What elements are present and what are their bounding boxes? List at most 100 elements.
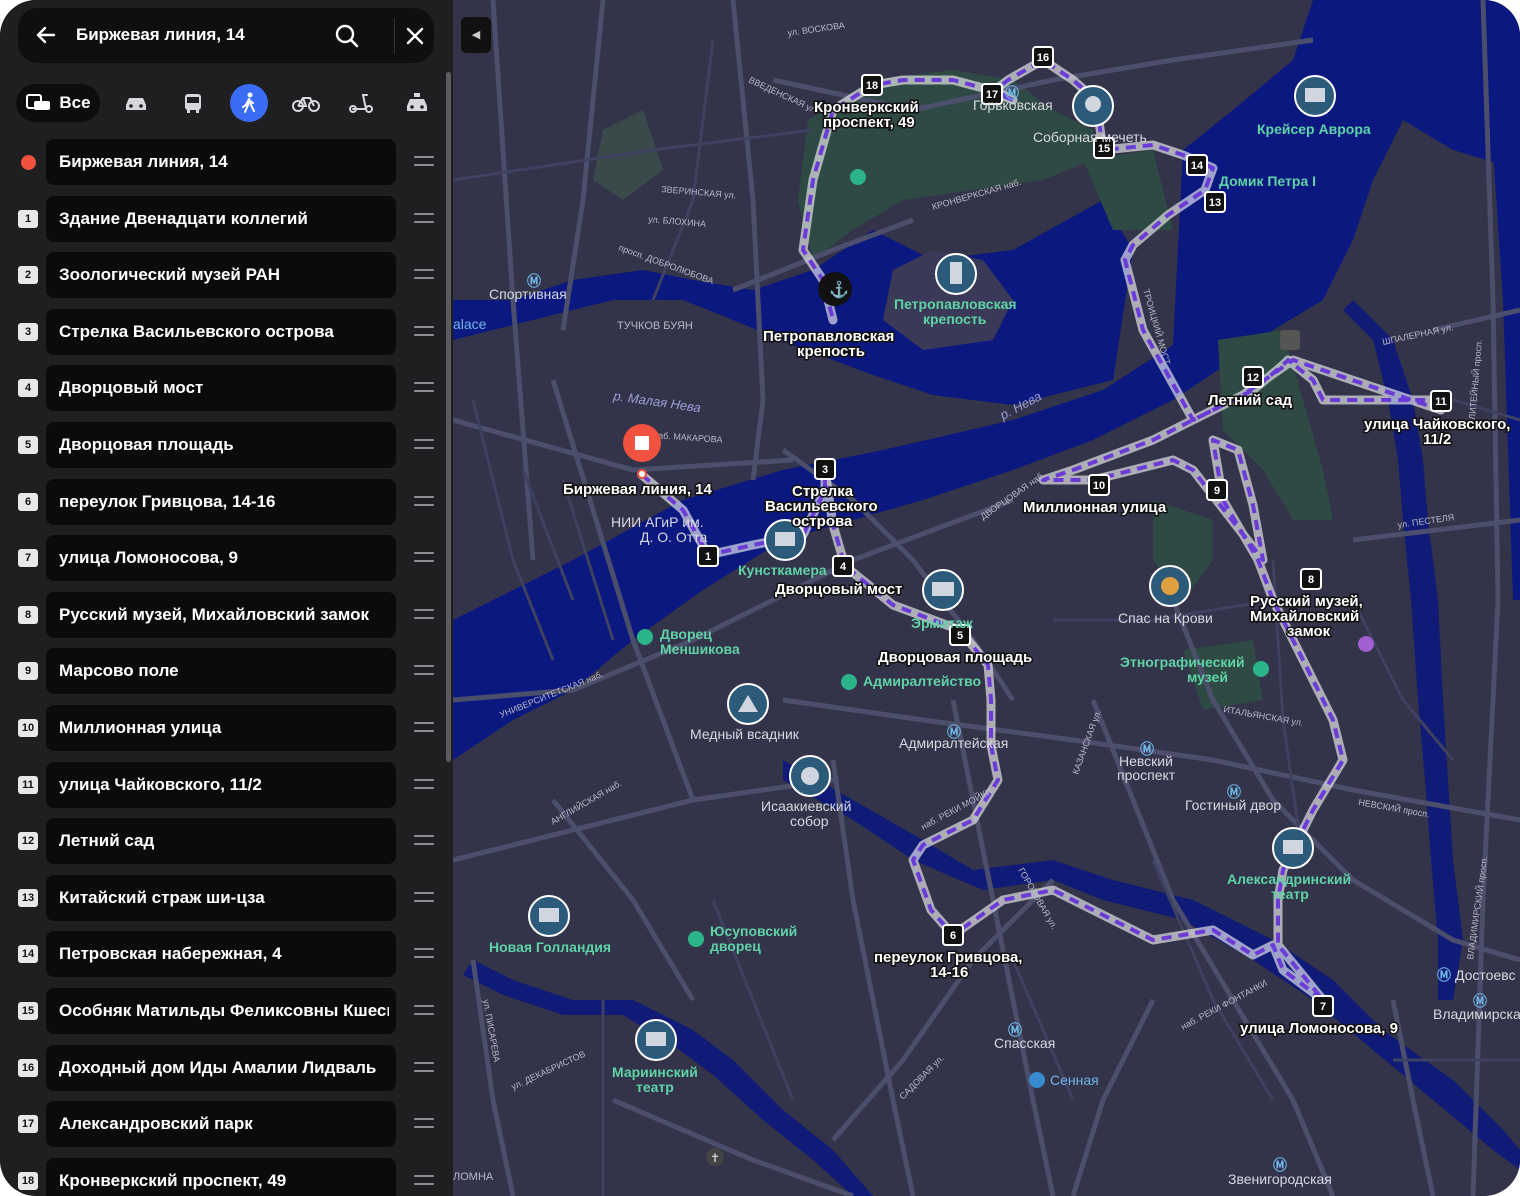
waypoint-field[interactable]: Зоологический музей РАН (46, 252, 396, 299)
route-stop-marker[interactable]: 1 (697, 545, 719, 567)
start-point-icon (21, 155, 36, 170)
waypoint-field[interactable]: Марсово поле (46, 648, 396, 695)
poi-label: театр (1271, 886, 1309, 902)
waypoint-field[interactable]: Кронверкский проспект, 49 (46, 1157, 396, 1196)
poi-label: ТУЧКОВ БУЯН (617, 320, 693, 332)
waypoint-row[interactable]: 8 Русский музей, Михайловский замок (0, 591, 453, 640)
waypoint-row[interactable]: 1 Здание Двенадцати коллегий (0, 195, 453, 244)
waypoint-number-badge: 15 (18, 1002, 38, 1020)
route-stop-marker[interactable]: 18 (861, 74, 883, 96)
waypoint-row[interactable]: Биржевая линия, 14 (0, 139, 453, 187)
drag-handle-icon[interactable] (414, 325, 434, 338)
drag-handle-icon[interactable] (414, 439, 434, 451)
drag-handle-icon[interactable] (414, 156, 434, 168)
arrow-left-icon[interactable] (32, 21, 60, 49)
drag-handle-icon[interactable] (414, 269, 434, 281)
route-stop-marker[interactable]: 10 (1088, 474, 1110, 496)
waypoint-field[interactable]: переулок Гривцова, 14-16 (46, 478, 396, 525)
route-stop-marker[interactable]: 16 (1032, 46, 1054, 68)
drag-handle-icon[interactable] (414, 722, 434, 734)
waypoint-label: Стрелка Васильевского острова (59, 321, 334, 341)
map-canvas[interactable]: р. Малая Нева р. Нева наб. МАКАРОВА УНИВ… (452, 0, 1520, 1196)
waypoint-row[interactable]: 13 Китайский страж ши-цза (0, 874, 453, 923)
waypoint-row[interactable]: 15 Особняк Матильды Феликсовны Кшеси... (0, 988, 453, 1036)
collapse-sidebar-button[interactable]: ◀ (461, 17, 491, 53)
waypoint-label: улица Ломоносова, 9 (59, 548, 238, 568)
waypoint-field[interactable]: Доходный дом Иды Амалии Лидваль (46, 1044, 396, 1091)
drag-handle-icon[interactable] (414, 608, 434, 621)
waypoint-field[interactable]: Китайский страж ши-цза (46, 874, 396, 921)
route-stop-marker[interactable]: 6 (942, 924, 964, 946)
route-stop-marker[interactable]: 14 (1186, 154, 1208, 176)
landmark-icon (1272, 827, 1314, 869)
close-icon[interactable] (401, 22, 429, 50)
waypoint-row[interactable]: 12 Летний сад (0, 818, 453, 866)
waypoint-field[interactable]: Миллионная улица (46, 705, 396, 751)
mode-tab-bicycle[interactable] (286, 84, 326, 122)
waypoint-row[interactable]: 7 улица Ломоносова, 9 (0, 535, 453, 583)
route-stop-marker[interactable]: 11 (1430, 390, 1452, 412)
mode-tab-scooter[interactable] (341, 84, 381, 122)
waypoint-row[interactable]: 2 Зоологический музей РАН (0, 252, 453, 300)
drag-handle-icon[interactable] (414, 212, 434, 225)
poi-label: ЛОМНА (453, 1171, 494, 1183)
waypoint-row[interactable]: 9 Марсово поле (0, 648, 453, 696)
waypoint-row[interactable]: 3 Стрелка Васильевского острова (0, 308, 453, 357)
mode-tab-bus[interactable] (173, 84, 213, 122)
waypoint-field[interactable]: Дворцовый мост (46, 365, 396, 412)
drag-handle-icon[interactable] (414, 778, 434, 791)
drag-handle-icon[interactable] (414, 1061, 434, 1074)
poi-label: собор (790, 813, 829, 829)
street-label: ВЛАДИМИРСКИЙ просп. (1464, 855, 1489, 960)
drag-handle-icon[interactable] (414, 835, 434, 847)
waypoint-row[interactable]: 4 Дворцовый мост (0, 365, 453, 413)
poi-label: Звенигородская (1228, 1171, 1332, 1187)
mode-tab-car[interactable] (116, 84, 156, 122)
waypoint-row[interactable]: 16 Доходный дом Иды Амалии Лидваль (0, 1044, 453, 1093)
waypoint-field[interactable]: Биржевая линия, 14 (46, 139, 396, 185)
route-stop-marker[interactable]: 13 (1204, 191, 1226, 213)
search-icon[interactable] (331, 20, 363, 52)
map-view[interactable]: р. Малая Нева р. Нева наб. МАКАРОВА УНИВ… (452, 0, 1520, 1196)
waypoint-field[interactable]: Летний сад (46, 818, 396, 865)
drag-handle-icon[interactable] (414, 382, 434, 394)
route-stop-marker[interactable]: 9 (1206, 479, 1228, 501)
waypoint-field[interactable]: улица Ломоносова, 9 (46, 535, 396, 582)
waypoint-row[interactable]: 11 улица Чайковского, 11/2 (0, 761, 453, 810)
route-stop-marker[interactable]: 4 (832, 555, 854, 577)
waypoint-field[interactable]: Александровский парк (46, 1101, 396, 1148)
drag-handle-icon[interactable] (414, 1005, 434, 1017)
waypoint-field[interactable]: Петровская набережная, 4 (46, 931, 396, 978)
mode-tab-pedestrian[interactable] (230, 84, 268, 122)
waypoint-row[interactable]: 18 Кронверкский проспект, 49 (0, 1157, 453, 1196)
drag-handle-icon[interactable] (414, 1118, 434, 1130)
waypoint-row[interactable]: 10 Миллионная улица (0, 705, 453, 753)
route-stop-marker[interactable]: 12 (1242, 366, 1264, 388)
waypoint-row[interactable]: 6 переулок Гривцова, 14-16 (0, 478, 453, 527)
waypoint-field[interactable]: Стрелка Васильевского острова (46, 308, 396, 355)
mode-tab-taxi[interactable] (397, 84, 437, 122)
mode-tab-all[interactable]: Все (16, 84, 100, 122)
route-sidebar: Биржевая линия, 14 Все Биржевая линия, 1… (0, 0, 453, 1196)
drag-handle-icon[interactable] (414, 552, 434, 564)
waypoint-field[interactable]: улица Чайковского, 11/2 (46, 761, 396, 808)
route-stop-marker[interactable]: 8 (1300, 568, 1322, 590)
route-stop-marker[interactable]: 3 (814, 458, 836, 480)
drag-handle-icon[interactable] (414, 495, 434, 508)
waypoint-row[interactable]: 17 Александровский парк (0, 1101, 453, 1149)
waypoint-field[interactable]: Особняк Матильды Феликсовны Кшеси... (46, 988, 396, 1034)
drag-handle-icon[interactable] (414, 948, 434, 960)
waypoint-row[interactable]: 5 Дворцовая площадь (0, 422, 453, 470)
waypoint-field[interactable]: Дворцовая площадь (46, 422, 396, 468)
waypoint-field[interactable]: Здание Двенадцати коллегий (46, 195, 396, 242)
waypoint-field[interactable]: Русский музей, Михайловский замок (46, 591, 396, 638)
route-stop-marker[interactable]: 7 (1312, 995, 1334, 1017)
drag-handle-icon[interactable] (414, 665, 434, 677)
route-stop-number: 11 (1435, 396, 1447, 408)
search-input[interactable]: Биржевая линия, 14 (76, 25, 245, 45)
sidebar-scrollbar[interactable] (446, 72, 451, 762)
drag-handle-icon[interactable] (414, 891, 434, 904)
waypoint-row[interactable]: 14 Петровская набережная, 4 (0, 931, 453, 979)
drag-handle-icon[interactable] (414, 1174, 434, 1187)
waypoint-label: Кронверкский проспект, 49 (59, 1170, 287, 1190)
